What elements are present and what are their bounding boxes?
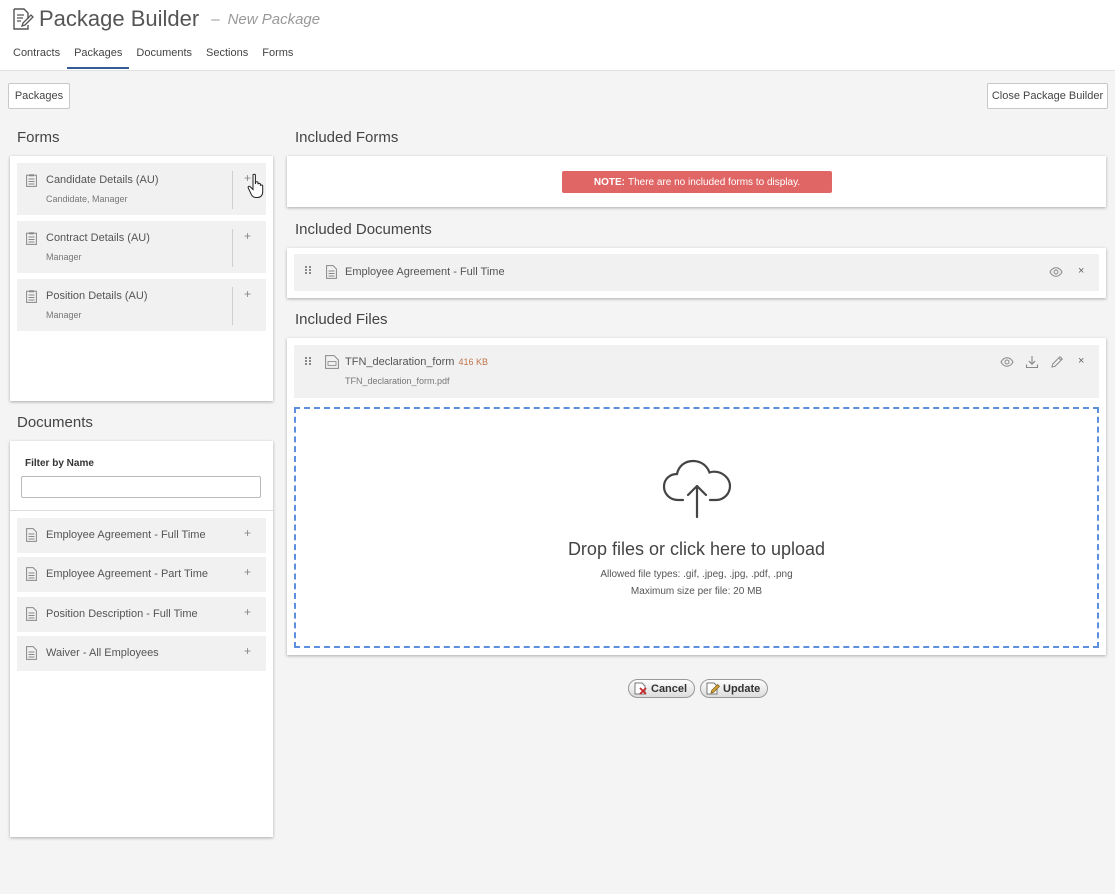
form-name: Candidate Details (AU)	[46, 174, 159, 186]
included-document-name: Employee Agreement - Full Time	[345, 266, 505, 278]
form-roles: Manager	[46, 310, 82, 320]
included-document-row: Employee Agreement - Full Time ×	[294, 254, 1099, 291]
document-item[interactable]: Waiver - All Employees +	[17, 636, 266, 671]
document-name: Employee Agreement - Full Time	[46, 529, 206, 541]
cloud-upload-icon	[662, 459, 732, 519]
form-item[interactable]: Position Details (AU) Manager +	[17, 279, 266, 331]
document-icon	[326, 265, 337, 279]
dropzone-main-text: Drop files or click here to upload	[567, 539, 826, 559]
add-form-button[interactable]: +	[244, 287, 251, 301]
document-icon	[26, 567, 37, 581]
filter-by-name-input[interactable]	[21, 476, 261, 498]
filter-label: Filter by Name	[25, 458, 94, 469]
forms-panel: Candidate Details (AU) Candidate, Manage…	[10, 156, 273, 401]
drag-handle-icon[interactable]	[305, 266, 311, 275]
edit-document-icon	[13, 8, 34, 30]
file-upload-dropzone[interactable]: Drop files or click here to upload Allow…	[294, 407, 1099, 648]
included-files-panel: TFN_declaration_form 416 KB TFN_declarati…	[287, 338, 1106, 655]
included-files-title: Included Files	[295, 311, 388, 328]
document-item[interactable]: Employee Agreement - Part Time +	[17, 557, 266, 592]
close-package-builder-button[interactable]: Close Package Builder	[987, 83, 1108, 109]
note-label: NOTE:	[593, 176, 625, 188]
note-text: There are no included forms to display.	[627, 176, 801, 188]
update-button[interactable]: Update	[700, 679, 769, 698]
remove-document-button[interactable]: ×	[1078, 265, 1084, 277]
dropzone-types-text: Allowed file types: .gif, .jpeg, .jpg, .…	[600, 569, 793, 580]
page-title: Package Builder	[39, 6, 200, 31]
hand-cursor-icon	[247, 173, 264, 198]
file-name-text: TFN_declaration_form	[345, 356, 455, 368]
add-document-button[interactable]: +	[244, 605, 251, 619]
form-item[interactable]: Contract Details (AU) Manager +	[17, 221, 266, 273]
file-size: 416 KB	[458, 357, 488, 367]
divider	[232, 287, 233, 325]
tab-contracts[interactable]: Contracts	[6, 41, 67, 69]
packages-button[interactable]: Packages	[8, 83, 70, 109]
empty-forms-note: NOTE: There are no included forms to dis…	[562, 171, 832, 193]
tab-packages[interactable]: Packages	[67, 41, 130, 69]
eye-icon[interactable]	[1000, 355, 1014, 369]
dropzone-max-text: Maximum size per file: 20 MB	[630, 586, 763, 597]
form-name: Position Details (AU)	[46, 290, 148, 302]
form-item[interactable]: Candidate Details (AU) Candidate, Manage…	[17, 163, 266, 215]
divider	[232, 171, 233, 209]
clipboard-icon	[26, 174, 37, 187]
page-subtitle: – New Package	[211, 11, 320, 28]
divider	[10, 510, 273, 511]
document-icon	[26, 646, 37, 660]
cancel-button[interactable]: Cancel	[628, 679, 696, 698]
included-file-row: TFN_declaration_form 416 KB TFN_declarati…	[294, 345, 1099, 398]
document-icon	[26, 528, 37, 542]
cancel-label: Cancel	[651, 682, 688, 695]
document-item[interactable]: Position Description - Full Time +	[17, 597, 266, 632]
nav-tabs: Contracts Packages Documents Sections Fo…	[6, 41, 300, 69]
title-row: Package Builder – New Package	[10, 4, 320, 34]
remove-file-button[interactable]: ×	[1078, 355, 1084, 367]
download-icon[interactable]	[1025, 355, 1039, 369]
form-roles: Manager	[46, 252, 82, 262]
document-name: Employee Agreement - Part Time	[46, 568, 209, 580]
forms-section-title: Forms	[17, 129, 60, 146]
documents-section-title: Documents	[17, 414, 93, 431]
document-item[interactable]: Employee Agreement - Full Time +	[17, 518, 266, 553]
clipboard-icon	[26, 290, 37, 303]
cancel-icon	[634, 682, 647, 695]
pencil-icon[interactable]	[1050, 355, 1064, 369]
subtitle-text: New Package	[227, 10, 321, 28]
add-document-button[interactable]: +	[244, 565, 251, 579]
tab-sections[interactable]: Sections	[199, 41, 255, 69]
document-name: Position Description - Full Time	[46, 608, 198, 620]
included-forms-panel: NOTE: There are no included forms to dis…	[287, 156, 1106, 207]
clipboard-icon	[26, 232, 37, 245]
form-name: Contract Details (AU)	[46, 232, 150, 244]
tab-forms[interactable]: Forms	[255, 41, 300, 69]
title-dash: –	[211, 10, 220, 28]
drag-handle-icon[interactable]	[305, 357, 311, 366]
document-name: Waiver - All Employees	[46, 647, 159, 659]
included-forms-title: Included Forms	[295, 129, 399, 146]
divider	[232, 229, 233, 267]
file-name: TFN_declaration_form 416 KB	[345, 356, 488, 368]
add-document-button[interactable]: +	[244, 526, 251, 540]
form-roles: Candidate, Manager	[46, 194, 128, 204]
documents-panel: Filter by Name Employee Agreement - Full…	[10, 441, 273, 837]
included-documents-panel: Employee Agreement - Full Time ×	[287, 248, 1106, 298]
add-document-button[interactable]: +	[244, 644, 251, 658]
file-filename: TFN_declaration_form.pdf	[345, 376, 450, 386]
pdf-file-icon	[325, 355, 339, 369]
document-icon	[26, 607, 37, 621]
tab-documents[interactable]: Documents	[129, 41, 199, 69]
included-documents-title: Included Documents	[295, 221, 432, 238]
eye-icon[interactable]	[1049, 265, 1063, 279]
add-form-button[interactable]: +	[244, 229, 251, 243]
update-label: Update	[723, 682, 761, 695]
edit-document-icon	[706, 682, 720, 695]
top-bar: Package Builder – New Package Contracts P…	[0, 0, 1115, 71]
